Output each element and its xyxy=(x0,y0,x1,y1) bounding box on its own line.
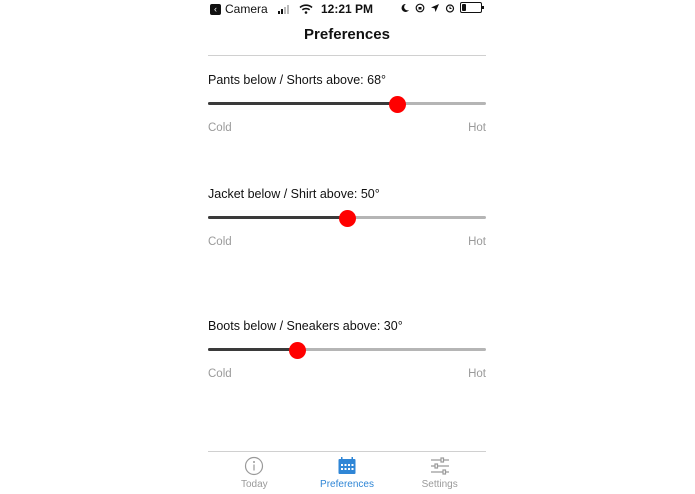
slider-filled-track xyxy=(208,216,347,219)
slider-thumb[interactable] xyxy=(288,342,306,359)
cold-label: Cold xyxy=(208,122,232,134)
boots-sneakers-preference: Boots below / Sneakers above: 30° Cold H… xyxy=(208,319,486,382)
pants-shorts-label: Pants below / Shorts above: 68° xyxy=(208,73,387,87)
nav-divider xyxy=(208,55,486,56)
status-icons xyxy=(400,2,484,13)
sliders-icon xyxy=(430,457,449,475)
slider-filled-track xyxy=(208,102,398,105)
slider-thumb[interactable] xyxy=(389,96,407,113)
jacket-shirt-label: Jacket below / Shirt above: 50° xyxy=(208,187,380,201)
moon-icon xyxy=(401,3,409,12)
hot-label: Hot xyxy=(468,236,486,248)
tab-label: Today xyxy=(240,479,268,490)
hot-label: Hot xyxy=(468,122,486,134)
status-bar: ‹ Camera 12:21 PM xyxy=(208,0,486,18)
boots-sneakers-label: Boots below / Sneakers above: 30° xyxy=(208,319,403,333)
tab-bar-divider xyxy=(208,451,486,452)
slider-range-labels: Cold Hot xyxy=(208,236,486,250)
slider-range-labels: Cold Hot xyxy=(208,368,486,382)
preferences-screen: ‹ Camera 12:21 PM Preferences Pants belo… xyxy=(0,0,695,494)
tab-settings[interactable]: Settings xyxy=(393,453,486,494)
cold-label: Cold xyxy=(208,236,232,248)
jacket-shirt-slider[interactable] xyxy=(208,210,486,227)
pants-shorts-slider[interactable] xyxy=(208,96,486,113)
boots-sneakers-slider[interactable] xyxy=(208,342,486,359)
pants-shorts-preference: Pants below / Shorts above: 68° Cold Hot xyxy=(208,73,486,136)
slider-filled-track xyxy=(208,348,297,351)
alarm-icon xyxy=(445,3,455,13)
cold-label: Cold xyxy=(208,368,232,380)
location-icon xyxy=(431,3,439,12)
battery-icon xyxy=(460,2,484,13)
page-title: Preferences xyxy=(304,26,390,43)
info-icon xyxy=(245,456,264,476)
slider-range-labels: Cold Hot xyxy=(208,122,486,136)
jacket-shirt-preference: Jacket below / Shirt above: 50° Cold Hot xyxy=(208,187,486,250)
tab-label: Preferences xyxy=(320,479,374,490)
slider-thumb[interactable] xyxy=(339,210,356,227)
tab-preferences[interactable]: Preferences xyxy=(301,453,394,494)
tab-today[interactable]: Today xyxy=(208,453,301,494)
calendar-icon xyxy=(338,457,356,474)
tab-label: Settings xyxy=(421,479,458,490)
tab-bar: Today Preferences Settings xyxy=(208,453,486,494)
rotation-lock-icon xyxy=(415,3,425,12)
hot-label: Hot xyxy=(468,368,486,380)
